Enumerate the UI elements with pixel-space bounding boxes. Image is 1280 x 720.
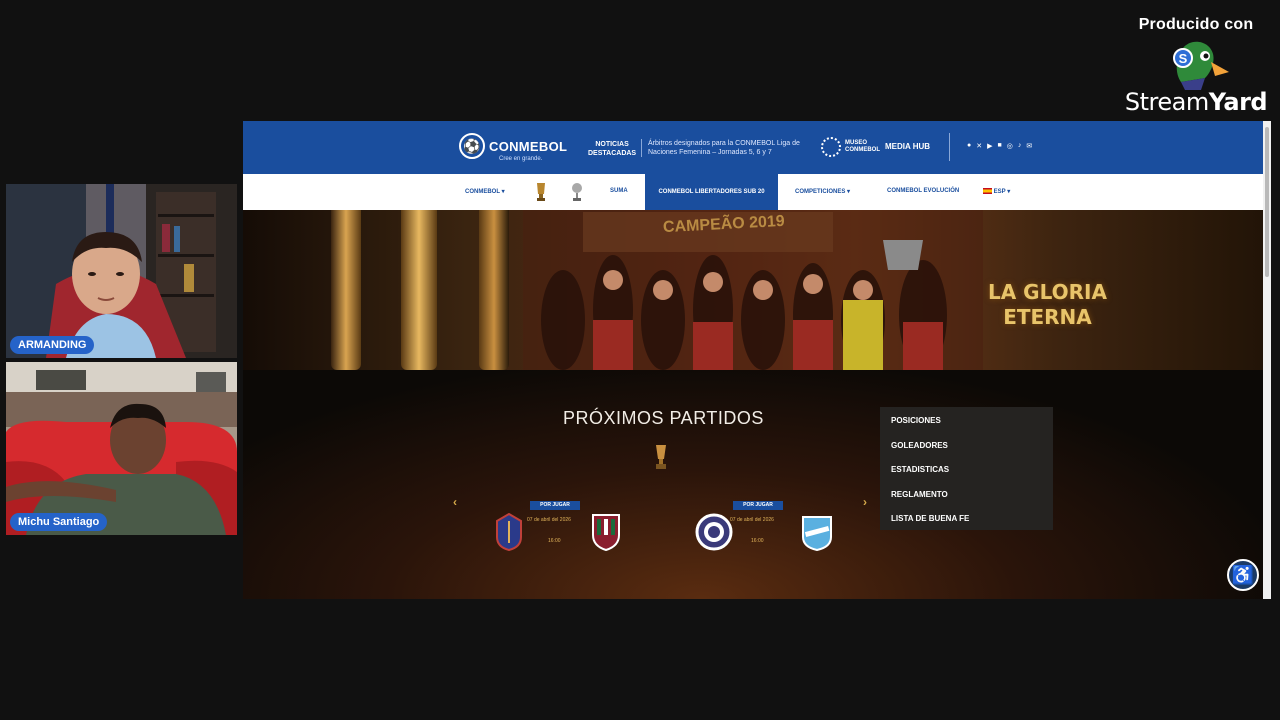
nav-evolucion[interactable]: CONMEBOL EVOLUCIÓN [887,188,959,194]
menu-item-estadisticas[interactable]: ESTADISTICAS [891,465,949,474]
nav-competiciones[interactable]: COMPETICIONES ▾ [795,188,850,195]
language-selector[interactable]: ESP ▾ [983,188,1010,195]
conmebol-tagline: Cree en grande. [499,156,543,162]
nav-libertadores-sub20[interactable]: CONMEBOL LIBERTADORES SUB 20 [645,174,778,210]
facebook-icon[interactable]: ● [967,142,971,150]
media-hub-link[interactable]: MEDIA HUB [885,142,930,151]
menu-item-goleadores[interactable]: GOLEADORES [891,441,948,450]
match-card[interactable]: POR JUGAR 07 de abril del 2026 16:00 [493,501,623,561]
club-crest-home-icon [496,513,522,551]
hero-banner: CAMPEÃO 2019 LA GLORIA ETERNA [243,210,1263,370]
libertadores-cup-icon [656,445,666,469]
fluminense-crest-icon [592,514,620,551]
match-date: 07 de abril del 2026 [527,517,571,523]
sudamericana-trophy-icon[interactable] [570,182,584,202]
museo-logo-icon [821,137,841,157]
noticias-destacadas-label: NOTICIAS DESTACADAS [588,140,636,158]
svg-text:S: S [1179,51,1188,66]
participant-name-tag: ARMANDING [10,336,95,354]
match-date: 07 de abril del 2026 [730,517,774,523]
hero-title: LA GLORIA ETERNA [988,280,1107,330]
streamyard-stage: Producido con S StreamYard ARMANDING Mic… [0,0,1280,720]
produced-with-label: Producido con [1138,16,1254,33]
match-status: POR JUGAR [530,501,580,510]
bolivar-crest-icon [802,516,832,551]
nav-conmebol-label: CONMEBOL [465,189,500,195]
museo-label-line1: MUSEO [845,140,868,146]
participant-name-tag: Michu Santiago [10,513,108,531]
nav-conmebol[interactable]: CONMEBOL ▾ [465,188,505,195]
libertadores-trophy-icon[interactable] [534,182,548,202]
match-time: 16:00 [751,538,764,544]
shared-browser-screen: ⚽ CONMEBOL Cree en grande. NOTICIAS DEST… [243,121,1271,599]
conmebol-logo[interactable]: ⚽ CONMEBOL Cree en grande. [459,133,568,162]
topbar-divider [949,133,950,161]
caret-down-icon: ▾ [1007,189,1011,195]
caret-down-icon: ▾ [847,189,851,195]
streamyard-duck-logo-icon: S [1161,38,1231,94]
match-status: POR JUGAR [733,501,783,510]
match-card[interactable]: POR JUGAR 07 de abril del 2026 16:00 [695,501,832,561]
webcam-video-michu-santiago [6,362,237,535]
noticias-label-line2: DESTACADAS [588,150,637,157]
museo-label-line2: CONMEBOL [845,147,880,153]
gold-column [401,210,437,370]
celebration-photo [523,210,983,370]
nav-suma[interactable]: SUMA [610,188,628,194]
conmebol-logo-text: CONMEBOL [489,138,568,154]
social-links: ● ✕ ▶ ■ ◎ ♪ ✉ [967,142,1032,150]
tournament-side-menu: POSICIONES GOLEADORES ESTADISTICAS REGLA… [880,407,1053,530]
menu-item-lista-buena-fe[interactable]: LISTA DE BUENA FE [891,514,969,523]
scrollbar-thumb[interactable] [1265,127,1269,277]
hero-title-line2: ETERNA [1003,305,1092,329]
language-label: ESP [993,189,1006,195]
gold-column [479,210,509,370]
match-time: 16:00 [548,538,561,544]
prev-arrow-icon[interactable]: ‹ [453,495,457,509]
featured-news-link[interactable]: Árbitros designados para la CONMEBOL Lig… [641,139,811,157]
matches-section: PRÓXIMOS PARTIDOS ‹ › POR JUGAR 07 de ab… [243,370,1263,599]
menu-item-posiciones[interactable]: POSICIONES [891,416,941,425]
webcam-tile-armanding[interactable]: ARMANDING [6,184,237,358]
hero-title-line1: LA GLORIA [988,280,1107,304]
caret-down-icon: ▾ [501,189,505,195]
site-nav-bar: CONMEBOL ▾ SUMA CONMEBOL LIBERTADORES SU… [243,174,1263,210]
next-arrow-icon[interactable]: › [863,495,867,509]
webcam-video-armanding [6,184,237,358]
site-top-bar: ⚽ CONMEBOL Cree en grande. NOTICIAS DEST… [243,121,1263,174]
streamyard-branding: Producido con S StreamYard [1120,16,1272,132]
youtube-icon[interactable]: ▶ [987,142,992,150]
tiktok-icon[interactable]: ♪ [1018,142,1022,150]
museo-conmebol-link[interactable]: MUSEO CONMEBOL [821,137,880,157]
nav-competiciones-label: COMPETICIONES [795,189,846,195]
menu-item-reglamento[interactable]: REGLAMENTO [891,490,948,499]
mail-icon[interactable]: ✉ [1026,142,1032,150]
instagram-icon[interactable]: ◎ [1007,142,1013,150]
gold-column [331,210,361,370]
conmebol-ball-icon: ⚽ [459,133,485,159]
noticias-label-line1: NOTICIAS [595,141,629,148]
x-icon[interactable]: ✕ [976,142,982,150]
linkedin-icon[interactable]: ■ [998,142,1002,150]
webcam-tile-michu-santiago[interactable]: Michu Santiago [6,362,237,535]
independiente-crest-icon [695,513,733,551]
section-title: PRÓXIMOS PARTIDOS [563,408,764,428]
spain-flag-icon [983,188,992,195]
accessibility-icon[interactable]: ♿ [1227,559,1259,591]
